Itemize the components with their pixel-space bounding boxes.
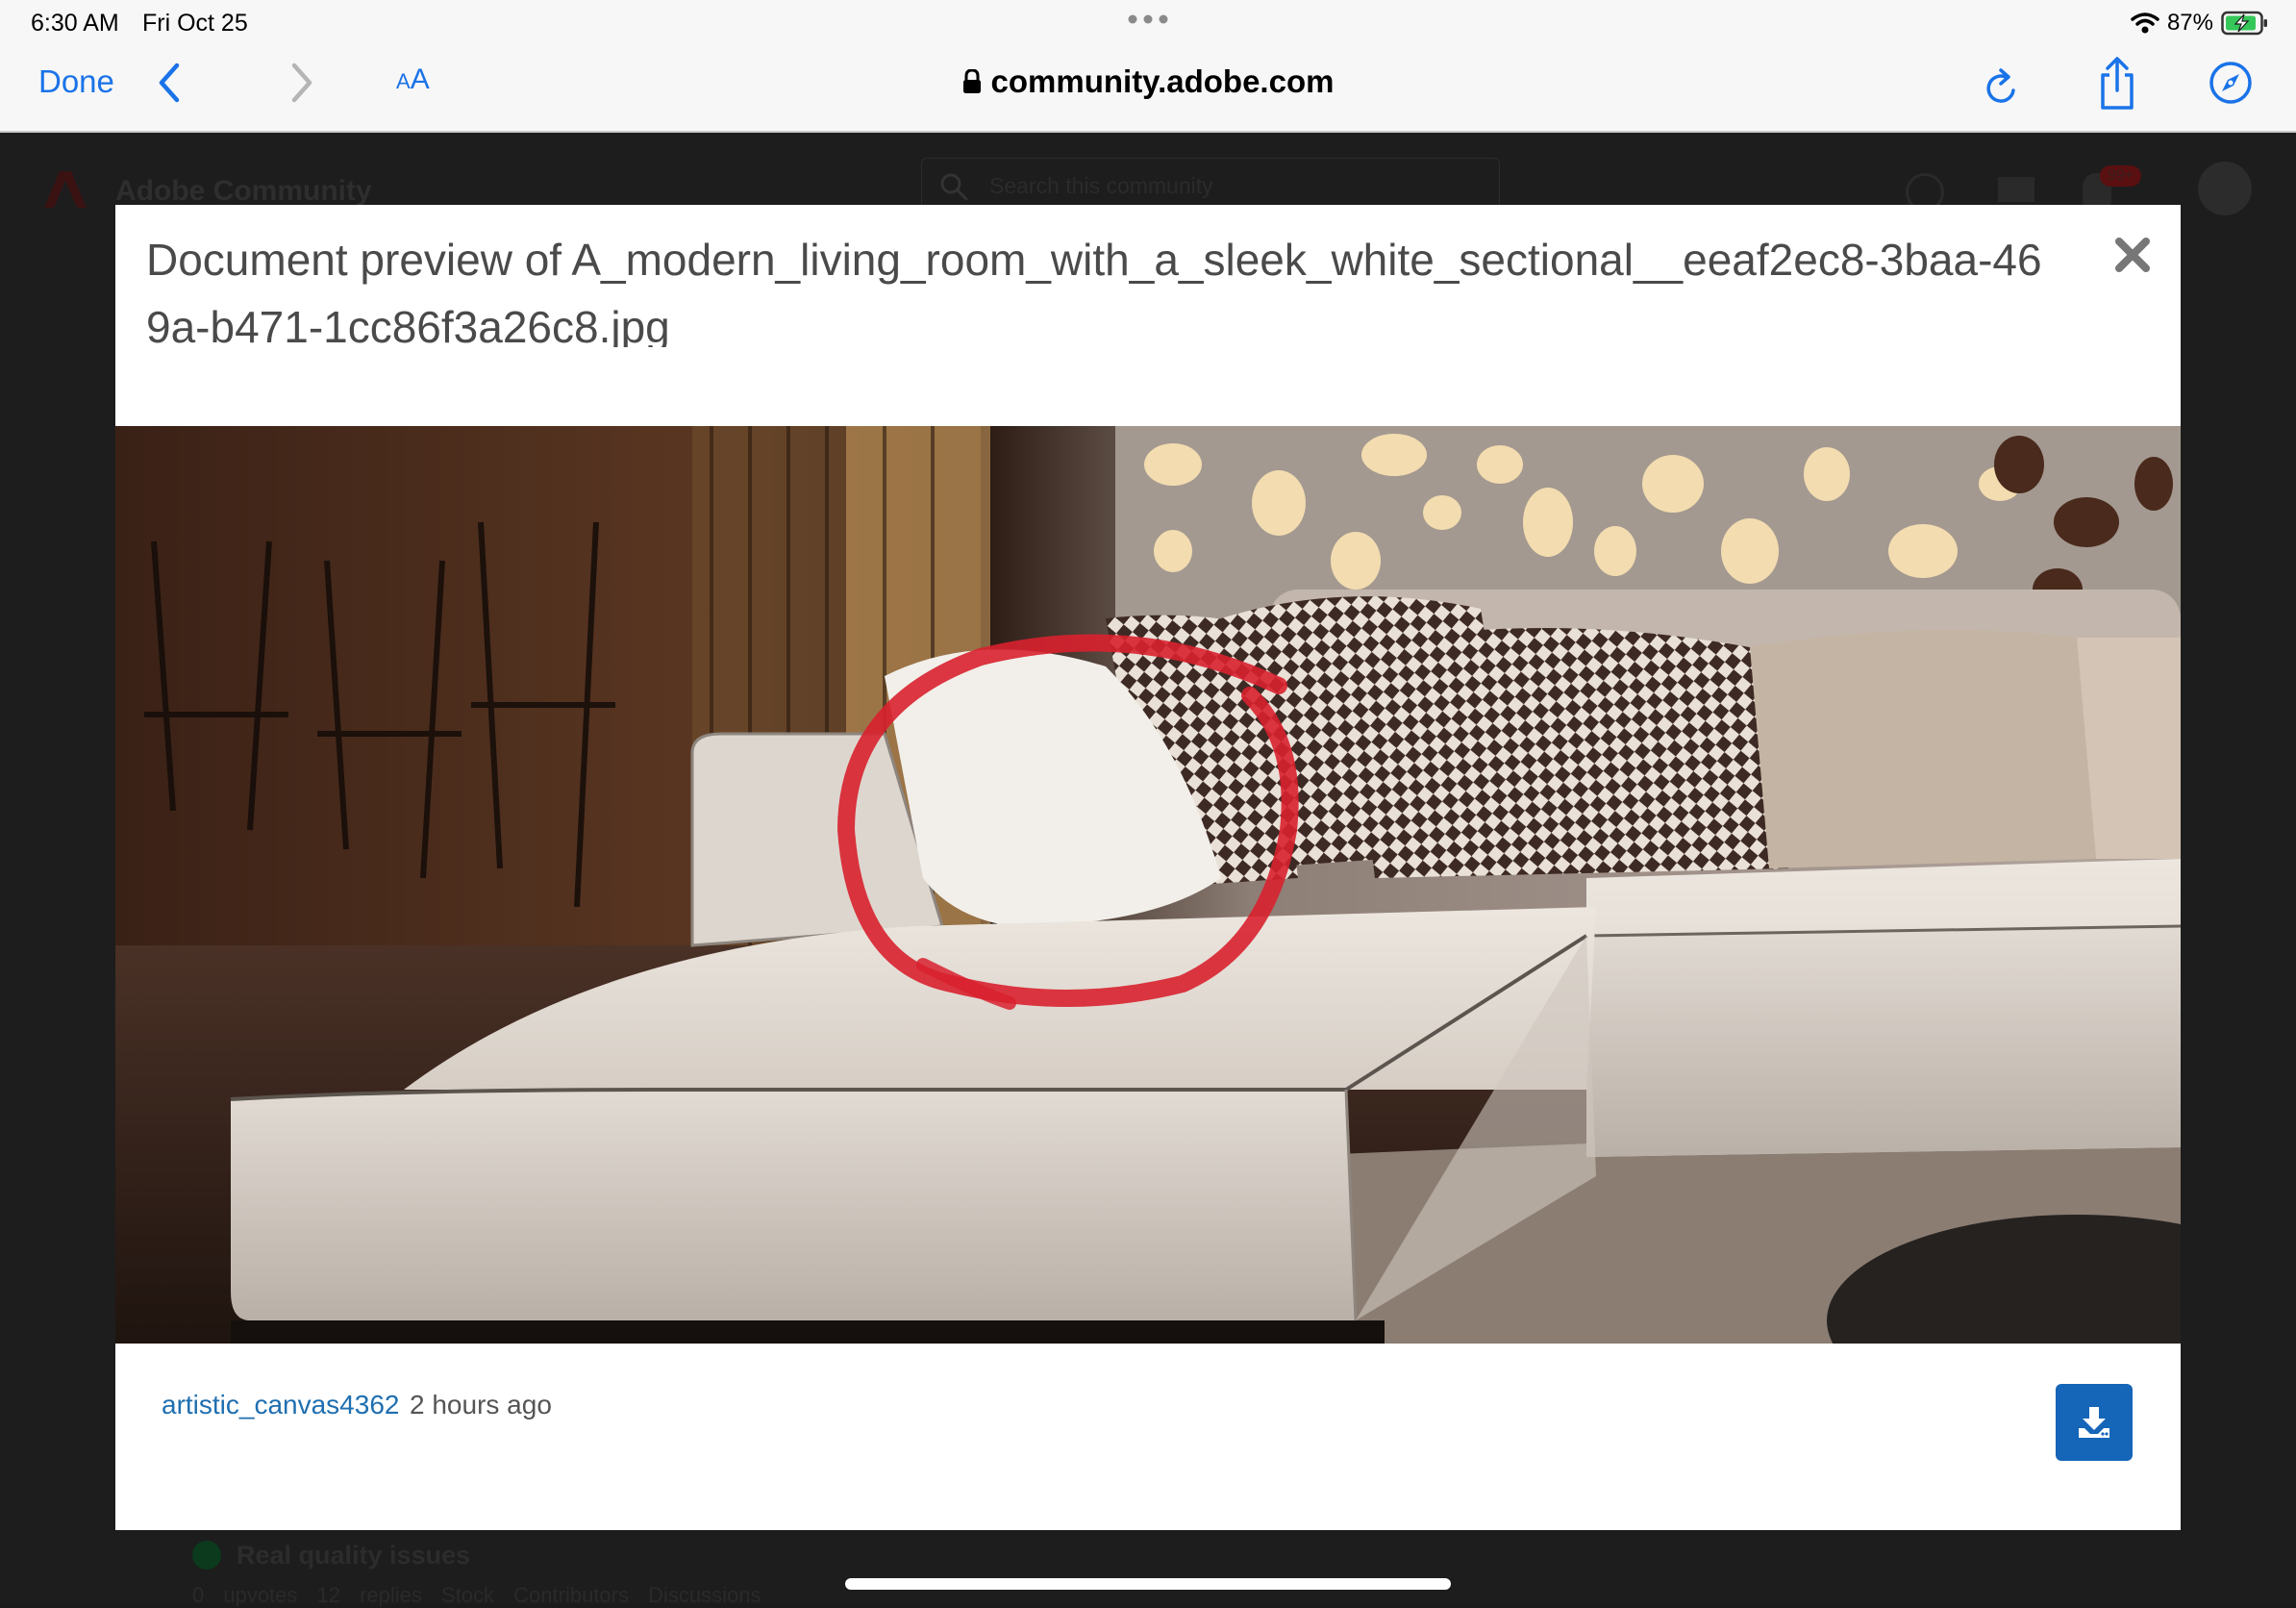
wifi-icon <box>2131 13 2159 34</box>
avatar[interactable] <box>2198 162 2252 215</box>
text-size-large-a: A <box>410 63 430 95</box>
post-title[interactable]: Real quality issues <box>237 1541 470 1570</box>
lock-icon <box>962 68 981 93</box>
document-preview-modal: Document preview of A_modern_living_room… <box>115 205 2181 1530</box>
site-name: Adobe Community <box>115 175 372 207</box>
back-icon[interactable] <box>154 60 183 106</box>
share-icon[interactable] <box>2096 56 2138 112</box>
status-date: Fri Oct 25 <box>142 10 248 37</box>
compass-icon[interactable] <box>2208 60 2254 106</box>
image-preview <box>115 426 2181 1344</box>
search-placeholder: Search this community <box>989 173 1213 198</box>
home-indicator[interactable] <box>845 1578 1451 1590</box>
mail-icon[interactable] <box>1998 177 2034 202</box>
adobe-logo <box>44 171 87 208</box>
done-button[interactable]: Done <box>38 63 114 100</box>
download-button[interactable] <box>2056 1384 2133 1461</box>
status-time: 6:30 AM <box>31 10 119 37</box>
author-link[interactable]: artistic_canvas4362 <box>162 1390 399 1420</box>
search-icon <box>940 173 968 201</box>
timestamp: 2 hours ago <box>410 1390 552 1420</box>
close-icon[interactable] <box>2113 236 2152 274</box>
url-text: community.adobe.com <box>990 63 1335 99</box>
text-size-small-a: A <box>396 69 411 93</box>
notification-badge: 99+ <box>2100 165 2142 187</box>
browser-toolbar: Done AA community.adobe.com <box>0 46 2296 133</box>
battery-charging-icon <box>2221 11 2267 36</box>
modal-title: Document preview of A_modern_living_room… <box>146 235 2042 347</box>
multitasking-dots-icon[interactable] <box>1125 10 1171 29</box>
battery-percentage: 87% <box>2166 10 2213 36</box>
check-icon <box>192 1541 221 1570</box>
post-meta: 0 upvotes 12 replies Stock Contributors … <box>192 1583 761 1607</box>
reload-icon[interactable] <box>1983 65 2021 108</box>
modal-footer: artistic_canvas4362 2 hours ago <box>115 1344 2181 1530</box>
download-icon <box>2079 1407 2109 1438</box>
forward-icon[interactable] <box>288 60 317 106</box>
address-bar[interactable]: community.adobe.com <box>962 63 1335 99</box>
status-bar: 6:30 AM Fri Oct 25 87% <box>0 0 2296 46</box>
text-size-button[interactable]: AA <box>396 63 430 96</box>
